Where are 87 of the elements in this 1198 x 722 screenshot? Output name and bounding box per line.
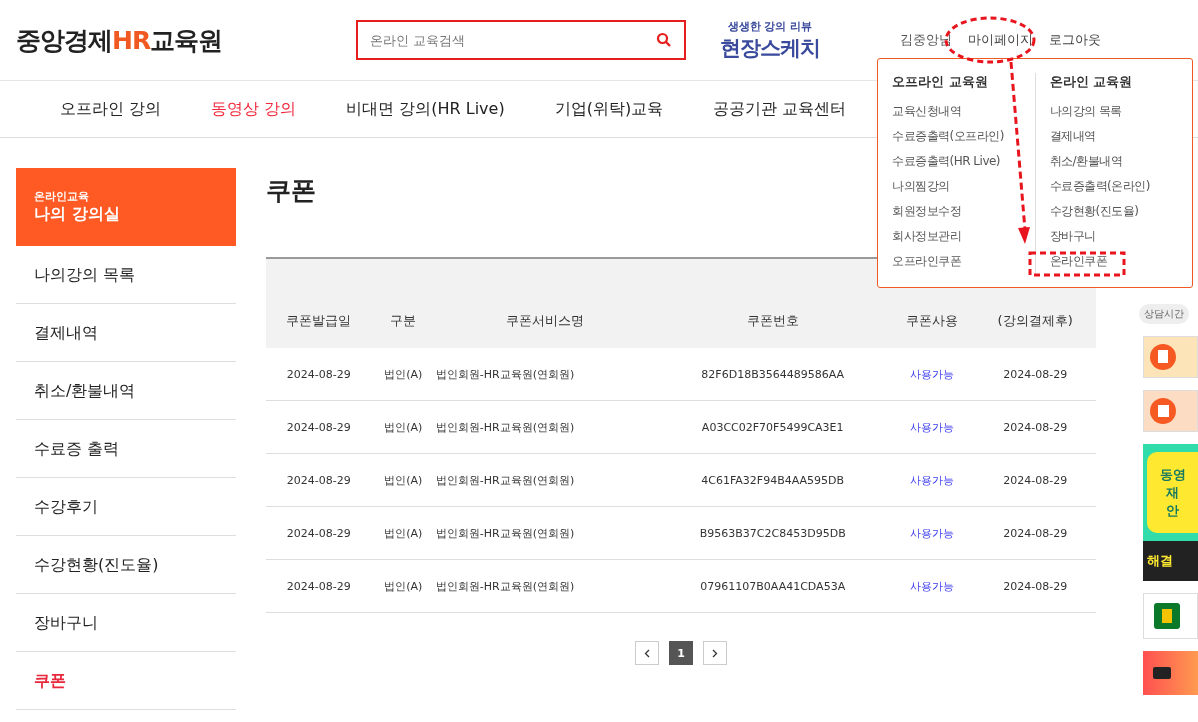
table-cell: 법인회원-HR교육원(연회원)	[434, 506, 657, 560]
dropdown-item[interactable]: 나의강의 목록	[1049, 103, 1192, 122]
dropdown-item[interactable]: 회원정보수정	[892, 203, 1035, 222]
dropdown-item[interactable]: 장바구니	[1049, 228, 1192, 247]
sidebar-item[interactable]: 취소/환불내역	[16, 362, 236, 420]
table-cell: 2024-08-29	[974, 453, 1096, 507]
card-icon	[1153, 667, 1171, 679]
table-cell: 2024-08-29	[974, 400, 1096, 454]
table-cell: 2024-08-29	[266, 348, 372, 401]
promo-banner[interactable]: 생생한 강의 리뷰 현장스케치	[710, 18, 830, 62]
table-cell: 사용가능	[889, 559, 975, 613]
dropdown-item[interactable]: 취소/환불내역	[1049, 153, 1192, 172]
dropdown-item[interactable]: 회사정보관리	[892, 228, 1035, 247]
column-header: 쿠폰번호	[656, 258, 890, 348]
dropdown-item[interactable]: 수료증출력(오프라인)	[892, 128, 1035, 147]
quick-link[interactable]	[1143, 336, 1198, 378]
table-cell: 법인(A)	[371, 400, 435, 454]
nav-tab[interactable]: 동영상 강의	[211, 98, 297, 120]
table-cell: 2024-08-29	[266, 559, 372, 613]
banner-text: 동영	[1158, 465, 1187, 484]
table-cell: 사용가능	[889, 453, 975, 507]
nav-tab[interactable]: 비대면 강의(HR Live)	[346, 98, 505, 120]
quick-link[interactable]	[1143, 390, 1198, 432]
page-title: 쿠폰	[266, 175, 316, 207]
table-cell: 법인(A)	[371, 559, 435, 613]
table-cell: 법인(A)	[371, 506, 435, 560]
table-cell: 법인회원-HR교육원(연회원)	[434, 348, 657, 401]
consult-hours-label: 상담시간	[1139, 304, 1189, 324]
banner-text: 재	[1165, 483, 1180, 502]
sidebar-header: 온라인교육 나의 강의실	[16, 168, 236, 246]
table-cell: 2024-08-29	[266, 453, 372, 507]
dropdown-item[interactable]: 수료증출력(HR Live)	[892, 153, 1035, 172]
nav-tab[interactable]: 오프라인 강의	[60, 98, 162, 120]
dropdown-item[interactable]: 수료증출력(온라인)	[1049, 178, 1192, 197]
nav-tab[interactable]: 기업(위탁)교육	[554, 98, 664, 120]
document-icon	[1150, 344, 1176, 370]
table-cell: 2024-08-29	[974, 348, 1096, 401]
chevron-left-icon	[644, 648, 650, 658]
page-button[interactable]: 1	[669, 641, 693, 665]
dropdown-item[interactable]: 결제내역	[1049, 128, 1192, 147]
column-header: 쿠폰발급일	[266, 258, 372, 348]
table-cell: 2024-08-29	[266, 506, 372, 560]
dropdown-item[interactable]: 교육신청내역	[892, 103, 1035, 122]
search-field[interactable]: 온라인 교육검색	[356, 20, 686, 60]
user-name: 김중앙님	[900, 31, 952, 49]
table-cell: 법인(A)	[371, 453, 435, 507]
sidebar-item[interactable]: 결제내역	[16, 304, 236, 362]
next-page-button[interactable]	[703, 641, 727, 665]
table-cell: 2024-08-29	[266, 400, 372, 454]
chevron-right-icon	[712, 648, 718, 658]
sidebar-item[interactable]: 쿠폰	[16, 652, 236, 710]
table-cell: 법인(A)	[371, 348, 435, 401]
table-cell: A03CC02F70F5499CA3E1	[656, 400, 890, 454]
promo-tile[interactable]	[1143, 593, 1198, 639]
dropdown-heading: 온라인 교육원	[1049, 73, 1134, 91]
sidebar-item[interactable]: 장바구니	[16, 594, 236, 652]
table-cell: 법인회원-HR교육원(연회원)	[434, 400, 657, 454]
help-banner[interactable]: 동영 재 안 해결	[1143, 444, 1198, 581]
sidebar-item[interactable]: 수강현황(진도율)	[16, 536, 236, 594]
column-header: 쿠폰서비스명	[434, 258, 657, 348]
column-header: 구분	[371, 258, 435, 348]
dropdown-heading: 오프라인 교육원	[892, 73, 989, 91]
table-cell: 82F6D18B3564489586AA	[656, 348, 890, 401]
dropdown-item[interactable]: 나의찜강의	[892, 178, 1035, 197]
logo-text[interactable]: 중앙경제	[16, 25, 112, 55]
table-cell: B9563B37C2C8453D95DB	[656, 506, 890, 560]
table-cell: 법인회원-HR교육원(연회원)	[434, 559, 657, 613]
promo-tile[interactable]	[1143, 651, 1198, 695]
banner-text: 안	[1165, 501, 1180, 520]
dropdown-item[interactable]: 수강현황(진도율)	[1049, 203, 1192, 222]
prev-page-button[interactable]	[635, 641, 659, 665]
table-cell: 법인회원-HR교육원(연회원)	[434, 453, 657, 507]
sidebar-item[interactable]: 수료증 출력	[16, 420, 236, 478]
table-cell: 사용가능	[889, 400, 975, 454]
sidebar-item[interactable]: 나의강의 목록	[16, 246, 236, 304]
banner-footer: 해결	[1143, 541, 1198, 581]
nav-tab[interactable]: 공공기관 교육센터	[713, 98, 847, 120]
table-cell: 사용가능	[889, 348, 975, 401]
sidebar-item[interactable]: 수강후기	[16, 478, 236, 536]
table-cell: 07961107B0AA41CDA53A	[656, 559, 890, 613]
header-link[interactable]: 로그아웃	[1049, 31, 1101, 49]
table-cell: 2024-08-29	[974, 506, 1096, 560]
logo-text[interactable]: 교육원	[150, 25, 223, 55]
search-icon[interactable]	[656, 32, 672, 48]
table-cell: 2024-08-29	[974, 559, 1096, 613]
table-cell: 사용가능	[889, 506, 975, 560]
table-cell: 4C61FA32F94B4AA595DB	[656, 453, 890, 507]
